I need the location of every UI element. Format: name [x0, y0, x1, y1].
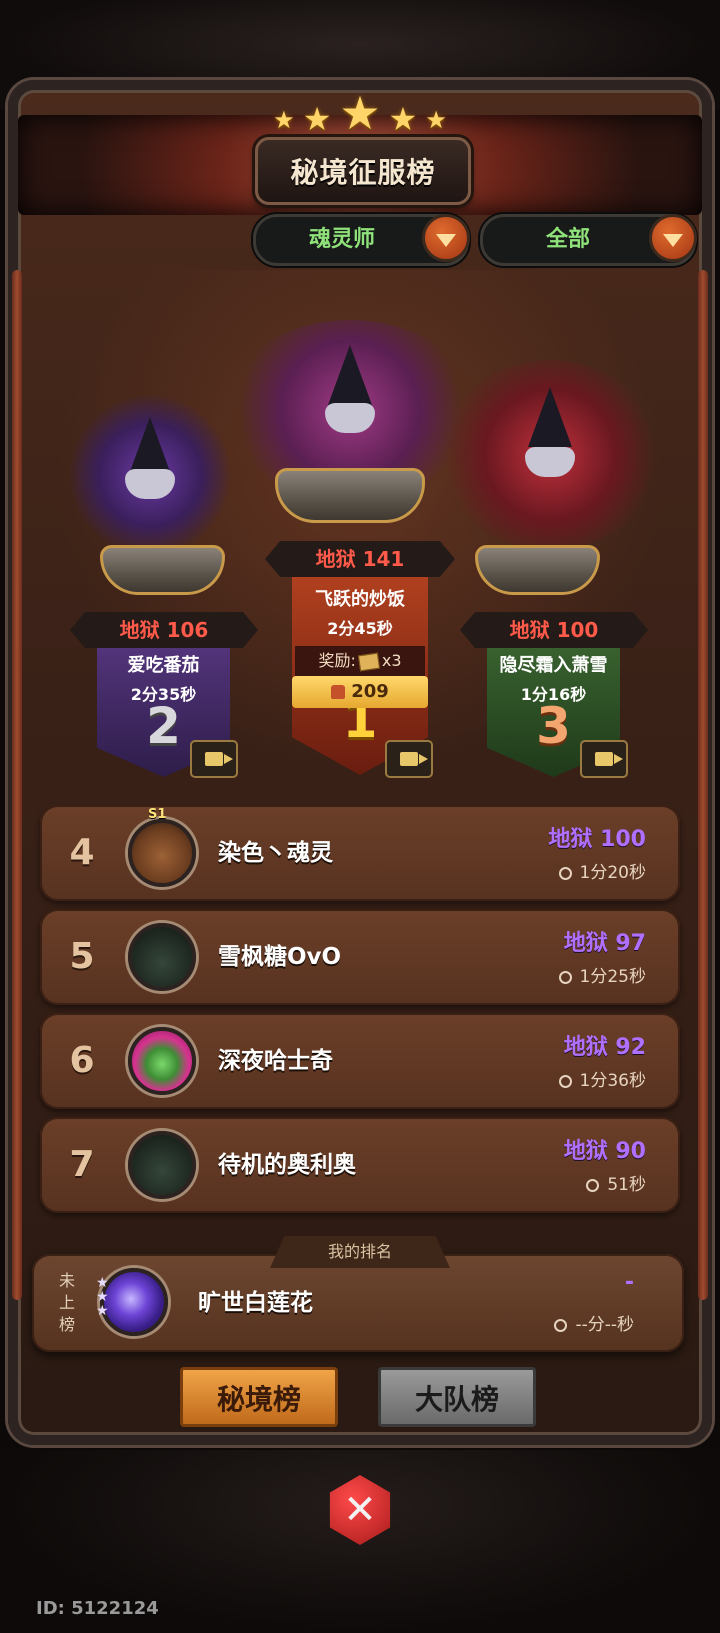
reward-row: 奖励: x3 — [295, 646, 425, 676]
player-name: 染色丶魂灵 — [218, 840, 333, 866]
scope-filter-value: 全部 — [545, 227, 590, 252]
star-icon: ★ — [425, 106, 447, 134]
replay-video-button[interactable] — [580, 740, 628, 778]
list-item[interactable]: 5 雪枫糖OvO 地狱 97 1分25秒 — [40, 909, 680, 1005]
left-rail-decoration — [12, 270, 22, 1300]
clear-time: 1分20秒 — [558, 858, 646, 883]
clock-icon — [554, 1319, 568, 1332]
clock-icon — [558, 971, 572, 984]
level-tag: 地狱 100 — [460, 612, 648, 648]
clock-icon — [586, 1179, 600, 1192]
rank-number: 7 — [69, 1144, 95, 1185]
page-title: 秘境征服榜 — [290, 156, 436, 189]
replay-video-button[interactable] — [190, 740, 238, 778]
rank-number: 5 — [69, 936, 95, 977]
star-icon: ★ — [339, 86, 381, 140]
tab-team[interactable]: 大队榜 — [378, 1367, 536, 1427]
chevron-down-icon[interactable] — [422, 214, 470, 262]
reward-label: 奖励: — [318, 651, 356, 670]
clear-time-value: --分--秒 — [575, 1315, 634, 1335]
rank-3-character — [440, 360, 660, 550]
my-rank-row[interactable]: 未上榜 ★ ★ ★ 旷世白莲花 - --分--秒 — [32, 1254, 684, 1352]
close-button[interactable]: ✕ — [318, 1468, 402, 1552]
like-count: 209 — [351, 681, 389, 702]
level-tag: 地狱 141 — [265, 541, 455, 577]
rank-2-character — [70, 395, 230, 555]
treasure-icon — [357, 652, 380, 671]
tab-secret-realm[interactable]: 秘境榜 — [180, 1367, 338, 1427]
chevron-down-icon[interactable] — [649, 214, 697, 262]
level-text: 地狱 90 — [563, 1139, 646, 1164]
player-name: 旷世白莲花 — [198, 1290, 313, 1316]
clear-time-value: 1分36秒 — [579, 1071, 646, 1091]
list-item[interactable]: 6 深夜哈士奇 地狱 92 1分36秒 — [40, 1013, 680, 1109]
level-tag: 地狱 106 — [70, 612, 258, 648]
close-icon: ✕ — [329, 1475, 391, 1545]
list-item[interactable]: 4 S1 染色丶魂灵 地狱 100 1分20秒 — [40, 805, 680, 901]
rank-3-pedestal — [475, 545, 600, 595]
rank-2-pedestal — [100, 545, 225, 595]
player-name: 飞跃的炒饭 — [315, 589, 405, 610]
my-rank-tab: 我的排名 — [270, 1236, 450, 1268]
reward-qty: x3 — [381, 651, 402, 670]
star-icon: ★ — [273, 106, 295, 134]
unranked-status: 未上榜 — [58, 1271, 75, 1334]
clear-time: 1分25秒 — [558, 962, 646, 987]
clock-icon — [558, 1075, 572, 1088]
star-icon: ★ ★ ★ — [96, 1275, 109, 1319]
clear-time: 1分36秒 — [558, 1066, 646, 1091]
rank-1-pedestal — [275, 468, 425, 523]
clock-icon — [558, 867, 572, 880]
player-name: 待机的奥利奥 — [218, 1152, 356, 1178]
avatar — [128, 1027, 196, 1095]
clear-time-value: 1分25秒 — [579, 967, 646, 987]
video-icon — [400, 752, 418, 766]
right-rail-decoration — [698, 270, 708, 1300]
clear-time: 2分45秒 — [327, 619, 393, 638]
level-text: 地狱 97 — [563, 931, 646, 956]
clear-time: 51秒 — [586, 1170, 646, 1195]
class-filter-value: 魂灵师 — [308, 227, 375, 252]
clear-time-value: 51秒 — [607, 1175, 646, 1195]
level-text: 地狱 92 — [563, 1035, 646, 1060]
avatar — [128, 819, 196, 887]
player-name: 雪枫糖OvO — [218, 944, 342, 970]
level-text: 地狱 100 — [548, 827, 646, 852]
star-icon: ★ — [388, 100, 418, 138]
list-item[interactable]: 7 待机的奥利奥 地狱 90 51秒 — [40, 1117, 680, 1213]
video-icon — [205, 752, 223, 766]
scope-filter-dropdown[interactable]: 全部 — [480, 214, 697, 266]
season-badge: S1 — [148, 807, 167, 822]
avatar — [128, 923, 196, 991]
rank-number: 6 — [69, 1040, 95, 1081]
user-id: ID: 5122124 — [36, 1598, 159, 1619]
like-button[interactable]: 209 — [292, 676, 428, 708]
player-name: 深夜哈士奇 — [218, 1048, 333, 1074]
clear-time: --分--秒 — [554, 1310, 634, 1335]
player-name: 爱吃番茄 — [127, 655, 200, 676]
video-icon — [595, 752, 613, 766]
avatar — [128, 1131, 196, 1199]
rank-number: 4 — [69, 832, 95, 873]
replay-video-button[interactable] — [385, 740, 433, 778]
clear-time-value: 1分20秒 — [579, 863, 646, 883]
star-icon: ★ — [302, 100, 332, 138]
level-text: - — [624, 1270, 634, 1295]
thumb-up-icon — [331, 685, 346, 699]
title-plate: 秘境征服榜 — [255, 137, 471, 205]
player-name: 隐尽霜入萧雪 — [499, 655, 608, 676]
class-filter-dropdown[interactable]: 魂灵师 — [253, 214, 470, 266]
rating-stars: ★ ★ ★ ★ ★ — [0, 86, 720, 140]
